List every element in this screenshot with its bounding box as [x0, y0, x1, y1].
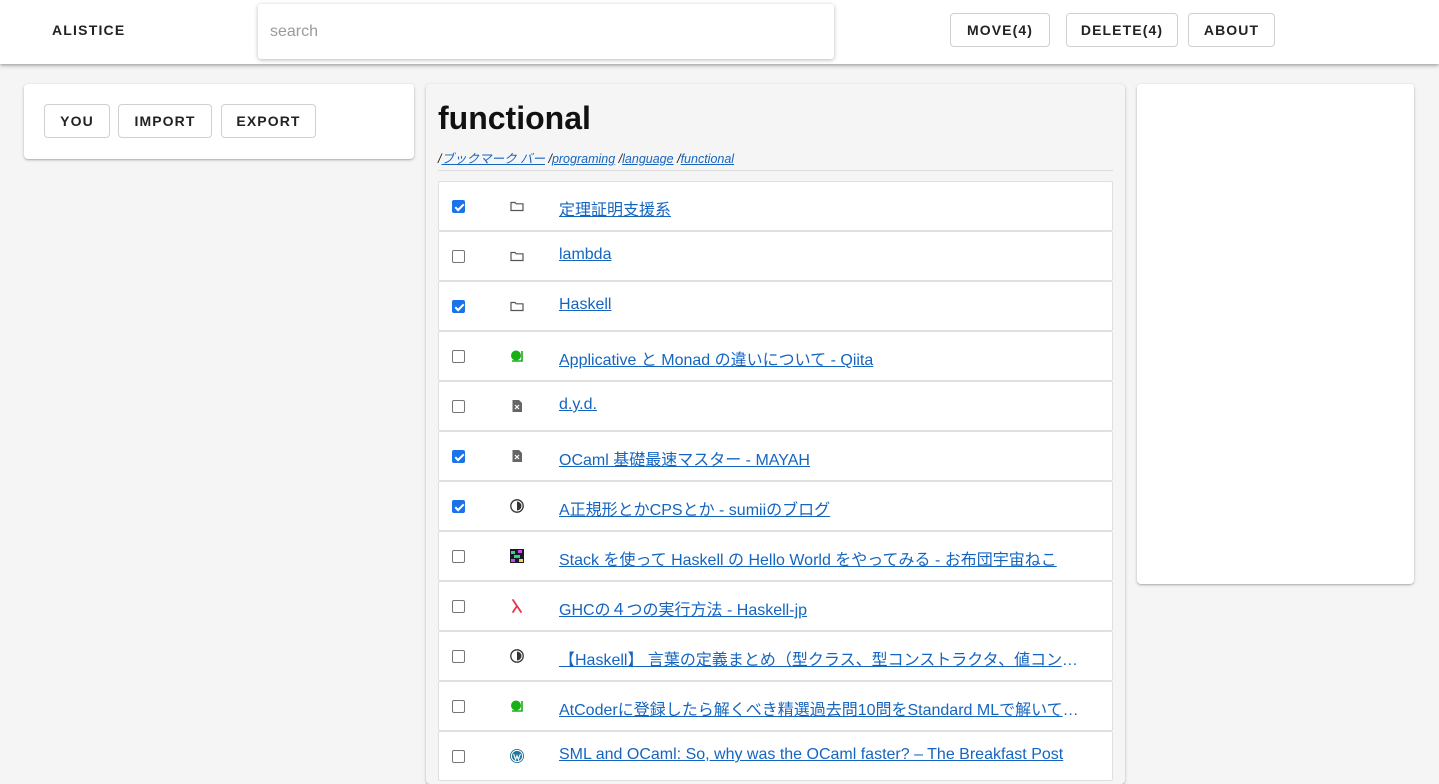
search-input[interactable] — [270, 21, 820, 43]
folder-title: functional — [438, 100, 591, 136]
bookmark-title-link[interactable]: SML and OCaml: So, why was the OCaml fas… — [559, 746, 1089, 764]
about-button[interactable]: ABOUT — [1188, 13, 1275, 47]
bookmark-select-checkbox[interactable] — [452, 650, 465, 663]
wordpress-favicon-icon — [509, 748, 525, 764]
bookmark-title-link[interactable]: 【Haskell】 言葉の定義まとめ（型クラス、型コンストラクタ、値コンストラク… — [559, 646, 1089, 670]
bookmark-title-link[interactable]: OCaml 基礎最速マスター - MAYAH — [559, 446, 1089, 470]
breadcrumb-link-programing[interactable]: programing — [552, 152, 615, 166]
bookmark-row: Stack を使って Haskell の Hello World をやってみる … — [438, 531, 1113, 581]
bookmark-title-link[interactable]: Haskell — [559, 296, 1089, 314]
bookmark-title-link[interactable]: d.y.d. — [559, 396, 1089, 414]
account-panel: YOU IMPORT EXPORT — [24, 84, 414, 159]
search-box[interactable] — [258, 4, 834, 59]
delete-button[interactable]: DELETE(4) — [1066, 13, 1178, 47]
bookmark-title-link[interactable]: Stack を使って Haskell の Hello World をやってみる … — [559, 546, 1089, 570]
bookmark-list-panel: functional /ブックマーク バー /programing /langu… — [426, 84, 1125, 784]
generic-page-favicon-icon — [509, 448, 525, 464]
bookmark-select-checkbox[interactable] — [452, 700, 465, 713]
qiita-favicon-icon — [509, 698, 525, 714]
bookmark-title-link[interactable]: 定理証明支援系 — [559, 196, 1089, 220]
qiita-favicon-icon — [509, 348, 525, 364]
bookmark-row: A正規形とかCPSとか - sumiiのブログ — [438, 481, 1113, 531]
hatena-blog-favicon-icon — [509, 648, 525, 664]
bookmark-select-checkbox[interactable] — [452, 550, 465, 563]
breadcrumb: /ブックマーク バー /programing /language /functi… — [438, 148, 1113, 171]
breadcrumb-link-bookmark-bar[interactable]: ブックマーク バー — [441, 152, 544, 166]
breadcrumb-link-functional[interactable]: functional — [681, 152, 735, 166]
bookmark-select-checkbox[interactable] — [452, 500, 465, 513]
bookmark-row: 定理証明支援系 — [438, 181, 1113, 231]
bookmark-select-checkbox[interactable] — [452, 600, 465, 613]
bookmark-select-checkbox[interactable] — [452, 350, 465, 363]
bookmark-row: Haskell — [438, 281, 1113, 331]
import-button[interactable]: IMPORT — [118, 104, 212, 138]
bookmark-select-checkbox[interactable] — [452, 200, 465, 213]
bookmark-row: AtCoderに登録したら解くべき精選過去問10問をStandard MLで解い… — [438, 681, 1113, 731]
hatena-blog-favicon-icon — [509, 498, 525, 514]
generic-page-favicon-icon — [509, 398, 525, 414]
detail-panel — [1137, 84, 1414, 584]
app-brand[interactable]: ALISTICE — [52, 22, 125, 38]
you-button[interactable]: YOU — [44, 104, 110, 138]
folder-icon — [509, 298, 525, 314]
bookmark-select-checkbox[interactable] — [452, 400, 465, 413]
bookmark-title-link[interactable]: A正規形とかCPSとか - sumiiのブログ — [559, 496, 1089, 520]
bookmark-title-link[interactable]: GHCの４つの実行方法 - Haskell-jp — [559, 596, 1089, 620]
folder-icon — [509, 198, 525, 214]
export-button[interactable]: EXPORT — [221, 104, 316, 138]
haskell-lambda-favicon-icon — [509, 598, 525, 614]
bookmark-row: Applicative と Monad の違いについて - Qiita — [438, 331, 1113, 381]
move-button[interactable]: MOVE(4) — [950, 13, 1050, 47]
breadcrumb-link-language[interactable]: language — [622, 152, 673, 166]
pixel-cat-favicon-icon — [509, 548, 525, 564]
bookmark-title-link[interactable]: lambda — [559, 246, 1089, 264]
bookmark-row: 【Haskell】 言葉の定義まとめ（型クラス、型コンストラクタ、値コンストラク… — [438, 631, 1113, 681]
bookmark-row: lambda — [438, 231, 1113, 281]
bookmark-select-checkbox[interactable] — [452, 300, 465, 313]
bookmark-select-checkbox[interactable] — [452, 450, 465, 463]
bookmark-row: d.y.d. — [438, 381, 1113, 431]
app-bar: ALISTICE MOVE(4) DELETE(4) ABOUT — [0, 0, 1439, 64]
bookmark-row: OCaml 基礎最速マスター - MAYAH — [438, 431, 1113, 481]
bookmark-row: GHCの４つの実行方法 - Haskell-jp — [438, 581, 1113, 631]
bookmark-title-link[interactable]: Applicative と Monad の違いについて - Qiita — [559, 346, 1089, 370]
bookmark-select-checkbox[interactable] — [452, 750, 465, 763]
bookmark-select-checkbox[interactable] — [452, 250, 465, 263]
bookmark-title-link[interactable]: AtCoderに登録したら解くべき精選過去問10問をStandard MLで解い… — [559, 696, 1089, 720]
bookmark-row: SML and OCaml: So, why was the OCaml fas… — [438, 731, 1113, 781]
folder-icon — [509, 248, 525, 264]
